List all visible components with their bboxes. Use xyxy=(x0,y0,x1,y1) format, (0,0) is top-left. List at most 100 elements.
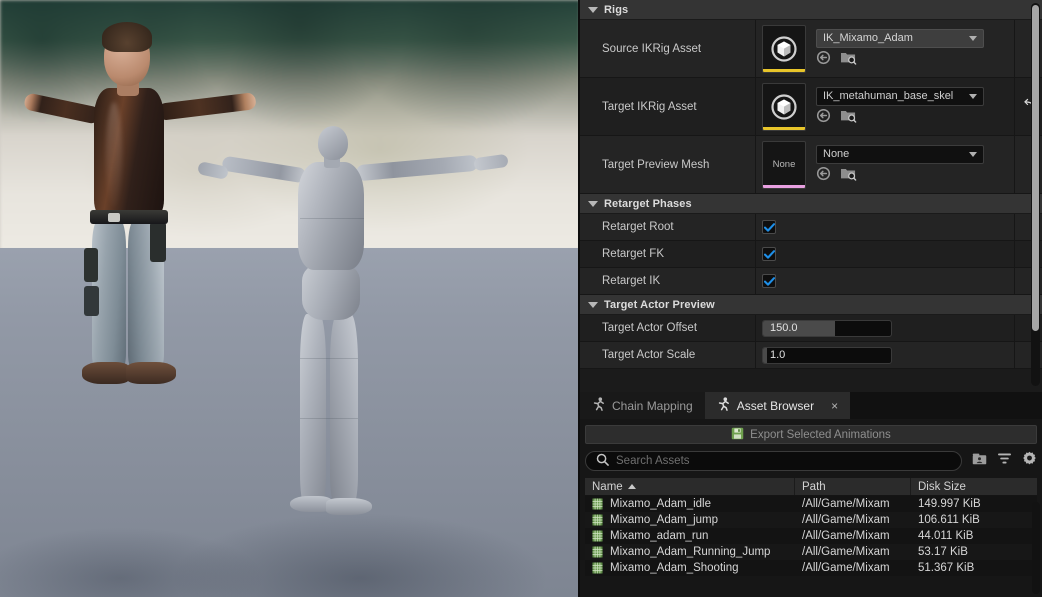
find-in-content-browser-icon[interactable] xyxy=(840,50,857,70)
animation-sequence-icon xyxy=(592,514,603,526)
chevron-down-icon xyxy=(588,301,598,308)
retarget-fk-checkbox[interactable] xyxy=(762,247,776,261)
property-row-retarget-ik[interactable]: Retarget IK xyxy=(580,268,1042,295)
table-row[interactable]: Mixamo_Adam_Running_Jump /All/Game/Mixam… xyxy=(585,544,1037,560)
close-icon[interactable]: × xyxy=(831,399,838,413)
asset-name-cell: Mixamo_Adam_jump xyxy=(585,514,795,526)
animation-sequence-icon xyxy=(592,546,603,558)
target-actor-offset-spinner[interactable]: 150.0 xyxy=(762,319,892,337)
tab-asset-browser[interactable]: Asset Browser × xyxy=(704,392,851,419)
search-assets-input[interactable]: Search Assets xyxy=(585,451,962,471)
column-header-path[interactable]: Path xyxy=(795,478,911,495)
property-row-target-actor-scale[interactable]: Target Actor Scale 1.0 xyxy=(580,342,1042,369)
table-row[interactable]: Mixamo_Adam_Shooting /All/Game/Mixam 51.… xyxy=(585,560,1037,576)
animation-sequence-icon xyxy=(592,562,603,574)
details-vertical-scrollbar[interactable] xyxy=(1031,3,1040,386)
target-preview-mesh[interactable] xyxy=(196,118,566,588)
filter-icon[interactable] xyxy=(997,452,1012,470)
target-arm-left xyxy=(221,155,307,184)
running-person-icon xyxy=(717,397,730,414)
property-label: Source IKRig Asset xyxy=(580,20,756,77)
chevron-down-icon xyxy=(969,35,977,41)
category-title: Target Actor Preview xyxy=(604,298,715,311)
asset-search-row: Search Assets xyxy=(585,451,1037,471)
spinner-value: 1.0 xyxy=(770,349,786,361)
property-row-target-actor-offset[interactable]: Target Actor Offset 150.0 xyxy=(580,315,1042,342)
retarget-ik-checkbox[interactable] xyxy=(762,274,776,288)
target-mesh-seam xyxy=(300,358,358,359)
tab-label: Asset Browser xyxy=(736,398,815,413)
asset-name: Mixamo_Adam_jump xyxy=(610,514,719,526)
category-header-target-actor-preview[interactable]: Target Actor Preview xyxy=(580,295,1042,315)
property-row-target-ikrig[interactable]: Target IKRig Asset IK_metahuman_base_ske… xyxy=(580,78,1042,136)
source-belt-buckle xyxy=(108,213,120,222)
source-shoe-left xyxy=(82,362,130,384)
target-actor-scale-spinner[interactable]: 1.0 xyxy=(762,346,892,364)
asset-name-cell: Mixamo_Adam_Shooting xyxy=(585,562,795,574)
animation-sequence-icon xyxy=(592,530,603,542)
asset-name: Mixamo_Adam_idle xyxy=(610,498,711,510)
property-row-retarget-fk[interactable]: Retarget FK xyxy=(580,241,1042,268)
category-header-retarget-phases[interactable]: Retarget Phases xyxy=(580,194,1042,214)
source-torso-jacket xyxy=(94,88,164,218)
collections-icon[interactable] xyxy=(972,452,987,471)
property-label: Target Actor Scale xyxy=(580,342,756,368)
table-row[interactable]: Mixamo_Adam_jump /All/Game/Mixam 106.611… xyxy=(585,512,1037,528)
property-row-retarget-root[interactable]: Retarget Root xyxy=(580,214,1042,241)
table-row[interactable]: Mixamo_Adam_idle /All/Game/Mixam 149.997… xyxy=(585,496,1037,512)
property-row-source-ikrig[interactable]: Source IKRig Asset IK_Mixamo_Adam xyxy=(580,20,1042,78)
search-placeholder: Search Assets xyxy=(616,455,690,467)
asset-path: /All/Game/Mixam xyxy=(802,514,890,526)
animation-sequence-icon xyxy=(592,498,603,510)
target-ikrig-dropdown[interactable]: IK_metahuman_base_skel xyxy=(816,86,984,106)
property-label: Retarget IK xyxy=(580,268,756,294)
target-torso xyxy=(298,162,364,270)
browse-to-asset-icon[interactable] xyxy=(816,108,831,128)
search-icon xyxy=(596,453,609,469)
running-person-icon xyxy=(592,397,605,414)
find-in-content-browser-icon[interactable] xyxy=(840,166,857,186)
browse-to-asset-icon[interactable] xyxy=(816,50,831,70)
scrollbar-thumb[interactable] xyxy=(1032,5,1039,331)
ik-retargeter-viewport[interactable] xyxy=(0,0,580,597)
category-header-rigs[interactable]: Rigs xyxy=(580,0,1042,20)
property-label: Target Actor Offset xyxy=(580,315,756,341)
tab-label: Chain Mapping xyxy=(612,398,693,413)
ikrig-cube-icon[interactable] xyxy=(762,82,806,131)
settings-gear-icon[interactable] xyxy=(1022,451,1037,471)
thumbnail-none-label: None xyxy=(772,159,796,170)
source-belt xyxy=(90,210,168,224)
source-ikrig-dropdown[interactable]: IK_Mixamo_Adam xyxy=(816,28,984,48)
export-selected-animations-button[interactable]: Export Selected Animations xyxy=(585,425,1037,444)
column-header-label: Path xyxy=(802,480,826,493)
dropdown-value: None xyxy=(823,148,850,160)
target-preview-mesh-dropdown[interactable]: None xyxy=(816,144,984,164)
ikrig-cube-icon[interactable] xyxy=(762,24,806,73)
find-in-content-browser-icon[interactable] xyxy=(840,108,857,128)
tab-chain-mapping[interactable]: Chain Mapping xyxy=(580,392,705,419)
chevron-down-icon xyxy=(588,200,598,207)
source-shoe-right xyxy=(126,362,176,384)
browse-to-asset-icon[interactable] xyxy=(816,166,831,186)
source-hair xyxy=(102,22,152,52)
target-head xyxy=(318,126,348,160)
target-leg-left xyxy=(300,314,326,504)
asset-list-vertical-scrollbar[interactable] xyxy=(1032,502,1040,594)
property-row-target-preview-mesh[interactable]: Target Preview Mesh None None xyxy=(580,136,1042,194)
table-header-row: Name Path Disk Size xyxy=(585,478,1037,496)
thumbnail-type-bar xyxy=(763,126,805,130)
asset-name-cell: Mixamo_adam_run xyxy=(585,530,795,542)
table-row[interactable]: Mixamo_adam_run /All/Game/Mixam 44.011 K… xyxy=(585,528,1037,544)
target-mesh-seam xyxy=(300,418,358,419)
preview-mesh-thumbnail[interactable]: None xyxy=(762,140,806,189)
column-header-disk-size[interactable]: Disk Size xyxy=(911,478,1037,495)
retarget-root-checkbox[interactable] xyxy=(762,220,776,234)
asset-name: Mixamo_Adam_Running_Jump xyxy=(610,546,771,558)
spinner-value: 150.0 xyxy=(770,322,798,334)
target-leg-right xyxy=(330,314,358,504)
chevron-down-icon xyxy=(969,93,977,99)
source-leg-pouch-upper xyxy=(84,248,98,282)
dropdown-value: IK_metahuman_base_skel xyxy=(823,90,954,102)
target-hips xyxy=(302,264,360,320)
column-header-name[interactable]: Name xyxy=(585,478,795,495)
